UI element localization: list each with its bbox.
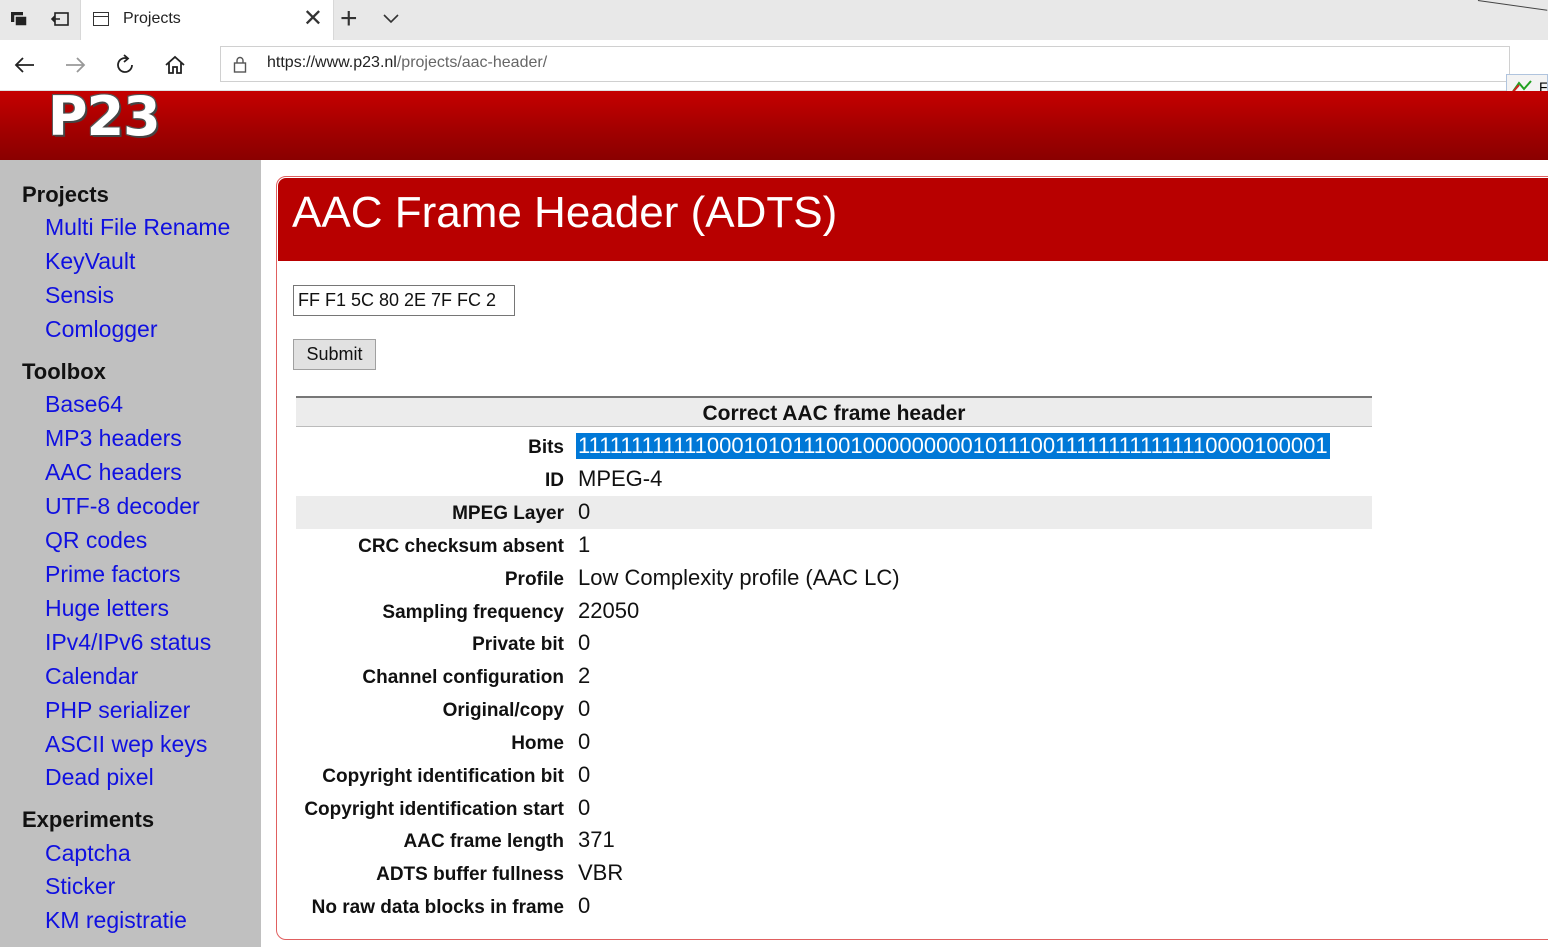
sidebar-link-calendar[interactable]: Calendar [45,663,138,690]
row-value: 371 [578,827,615,852]
row-value: 0 [578,696,591,721]
row-label: Copyright identification start [304,799,564,820]
set-tabs-aside-icon[interactable] [50,8,72,30]
row-value: 0 [578,630,591,655]
divider [1477,0,1548,11]
table-row: Bits 11111111111100010101110010000000001… [296,430,1372,463]
row-value: 0 [578,729,591,754]
table-row: No raw data blocks in frame 0 [296,890,1372,923]
sidebar-link-aac-headers[interactable]: AAC headers [45,459,182,486]
page-icon [93,12,109,26]
table-row: Original/copy 0 [296,693,1372,726]
site-logo[interactable]: P23 [48,85,161,148]
table-row: CRC checksum absent 1 [296,529,1372,562]
sidebar-link-huge-letters[interactable]: Huge letters [45,595,169,622]
table-row: ADTS buffer fullness VBR [296,857,1372,890]
row-label: ADTS buffer fullness [376,864,564,885]
sidebar-heading-projects: Projects [22,182,109,207]
table-row: MPEG Layer 0 [296,496,1372,529]
close-tab-icon[interactable]: ✕ [303,7,323,31]
sidebar-link-sticker[interactable]: Sticker [45,873,115,900]
browser-nav-bar: https://www.p23.nl/projects/aac-header/ … [0,40,1548,132]
table-row: Private bit 0 [296,627,1372,660]
row-value: 0 [578,893,591,918]
sidebar-link-dead-pixel[interactable]: Dead pixel [45,764,154,791]
refresh-icon[interactable] [112,52,138,78]
table-row: Copyright identification start 0 [296,792,1372,825]
sidebar-link-ascii-wep-keys[interactable]: ASCII wep keys [45,731,207,758]
site-header: P23 [0,85,1548,160]
new-tab-icon[interactable]: + [340,4,358,34]
table-title: Correct AAC frame header [296,396,1372,427]
sidebar-heading-experiments: Experiments [22,807,155,832]
row-label: AAC frame length [403,831,564,852]
row-label: Private bit [472,634,564,655]
row-label: Sampling frequency [382,602,564,623]
table-row: Home 0 [296,726,1372,759]
sidebar-link-prime-factors[interactable]: Prime factors [45,561,180,588]
url-path: /projects/aac-header/ [396,54,548,71]
row-label: Bits [528,437,564,458]
url-text: https://www.p23.nl/projects/aac-header/ [267,54,547,72]
address-bar[interactable]: https://www.p23.nl/projects/aac-header/ [220,46,1510,82]
sidebar-link-utf8-decoder[interactable]: UTF-8 decoder [45,493,200,520]
row-label: Original/copy [442,700,564,721]
sidebar: Projects Multi File Rename KeyVault Sens… [0,160,261,947]
sidebar-link-base64[interactable]: Base64 [45,391,123,418]
submit-button[interactable]: Submit [293,339,376,370]
row-value: 22050 [578,598,640,623]
chevron-down-icon[interactable] [382,10,400,28]
table-row: AAC frame length 371 [296,824,1372,857]
row-label: Home [511,733,564,754]
lock-icon[interactable] [233,56,247,73]
row-value: 2 [578,663,591,688]
row-label: ID [545,470,564,491]
row-value-selected[interactable]: 1111111111110001010111001000000000101110… [576,433,1330,459]
tab-projects[interactable]: Projects ✕ [80,0,334,40]
row-label: No raw data blocks in frame [311,897,564,918]
row-value: 1 [578,532,591,557]
sidebar-heading-toolbox: Toolbox [22,359,106,384]
row-value: Low Complexity profile (AAC LC) [578,565,900,590]
sidebar-link-km-registratie[interactable]: KM registratie [45,907,187,934]
browser-tab-bar: Projects ✕ + [0,0,1548,40]
row-label: CRC checksum absent [358,536,564,557]
title-bar: AAC Frame Header (ADTS) [278,178,1548,261]
sidebar-link-comlogger[interactable]: Comlogger [45,316,158,343]
row-value: 0 [578,795,591,820]
hex-input[interactable] [293,285,515,316]
row-value: 0 [578,499,591,524]
row-value: 0 [578,762,591,787]
url-host: https://www.p23.nl [267,54,397,71]
table-row: Channel configuration 2 [296,660,1372,693]
table-row: Profile Low Complexity profile (AAC LC) [296,562,1372,595]
page-title: AAC Frame Header (ADTS) [292,188,838,237]
sidebar-link-multi-file-rename[interactable]: Multi File Rename [45,214,230,241]
table-row: Sampling frequency 22050 [296,595,1372,628]
row-value: VBR [578,860,624,885]
tab-title: Projects [123,10,181,27]
sidebar-link-keyvault[interactable]: KeyVault [45,248,135,275]
row-label: Copyright identification bit [322,766,564,787]
table-row: Copyright identification bit 0 [296,759,1372,792]
row-label: Channel configuration [362,667,564,688]
home-icon[interactable] [162,52,188,78]
row-label: MPEG Layer [452,503,564,524]
tab-actions-icon[interactable] [8,8,30,30]
row-value: MPEG-4 [578,466,663,491]
row-label: Profile [504,569,564,590]
sidebar-link-captcha[interactable]: Captcha [45,840,131,867]
sidebar-link-qr-codes[interactable]: QR codes [45,527,147,554]
sidebar-link-mp3-headers[interactable]: MP3 headers [45,425,182,452]
back-icon[interactable] [12,52,38,78]
sidebar-link-php-serializer[interactable]: PHP serializer [45,697,190,724]
table-row: ID MPEG-4 [296,463,1372,496]
sidebar-link-sensis[interactable]: Sensis [45,282,114,309]
forward-icon[interactable] [62,52,88,78]
sidebar-link-ip-status[interactable]: IPv4/IPv6 status [45,629,211,656]
